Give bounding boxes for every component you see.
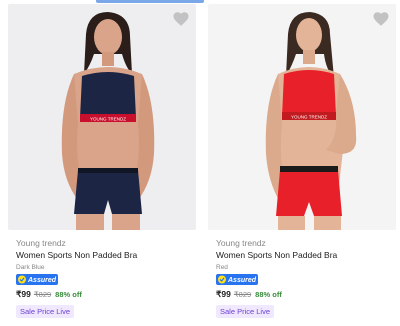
product-card[interactable]: YOUNG TRENDZ Young trendz Women Sports N… bbox=[4, 0, 200, 326]
product-photo-illustration: YOUNG TRENDZ bbox=[208, 4, 396, 230]
heart-icon[interactable] bbox=[372, 10, 390, 28]
assured-icon bbox=[218, 275, 226, 284]
assured-badge: Assured bbox=[16, 274, 58, 285]
selling-price: ₹99 bbox=[16, 289, 31, 299]
product-variant: Red bbox=[216, 264, 228, 271]
product-image[interactable]: YOUNG TRENDZ bbox=[8, 4, 196, 230]
assured-icon bbox=[18, 275, 26, 284]
product-variant: Dark Blue bbox=[16, 264, 45, 271]
discount-label: 88% off bbox=[55, 290, 82, 299]
product-image[interactable]: YOUNG TRENDZ bbox=[208, 4, 396, 230]
original-price: ₹829 bbox=[233, 290, 252, 299]
product-photo-illustration: YOUNG TRENDZ bbox=[8, 4, 196, 230]
product-brand: Young trendz bbox=[16, 238, 66, 248]
selling-price: ₹99 bbox=[216, 289, 231, 299]
product-title[interactable]: Women Sports Non Padded Bra bbox=[16, 250, 137, 260]
sale-badge: Sale Price Live bbox=[216, 305, 275, 318]
price-row: ₹99 ₹829 88% off bbox=[16, 289, 82, 300]
price-row: ₹99 ₹829 88% off bbox=[216, 289, 282, 300]
bra-band-text: YOUNG TRENDZ bbox=[90, 117, 126, 122]
sale-badge: Sale Price Live bbox=[16, 305, 75, 318]
product-card[interactable]: YOUNG TRENDZ Young trendz Women Sports N… bbox=[204, 0, 400, 326]
discount-label: 88% off bbox=[255, 290, 282, 299]
product-brand: Young trendz bbox=[216, 238, 266, 248]
bra-band-text: YOUNG TRENDZ bbox=[291, 115, 327, 120]
assured-label: Assured bbox=[27, 277, 57, 284]
assured-label: Assured bbox=[227, 277, 257, 284]
heart-icon[interactable] bbox=[172, 10, 190, 28]
product-title[interactable]: Women Sports Non Padded Bra bbox=[216, 250, 337, 260]
assured-badge: Assured bbox=[216, 274, 258, 285]
original-price: ₹829 bbox=[33, 290, 52, 299]
product-grid: YOUNG TRENDZ Young trendz Women Sports N… bbox=[0, 0, 400, 326]
